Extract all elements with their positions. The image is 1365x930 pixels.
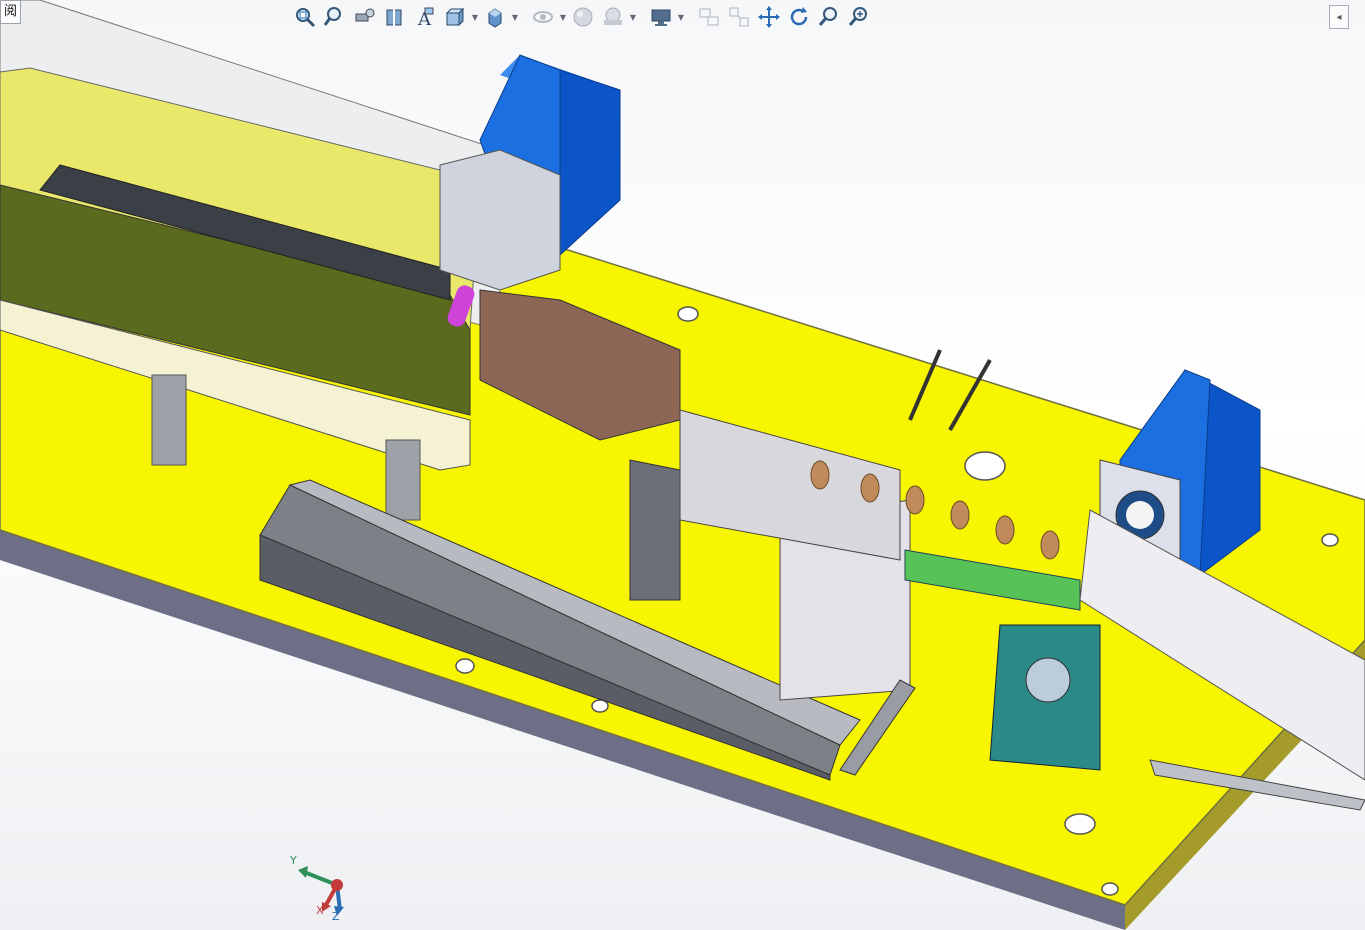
vertical-plate: [629, 459, 681, 601]
zoom-to-fit-icon[interactable]: [290, 2, 320, 32]
view-settings-icon[interactable]: [646, 2, 676, 32]
graphics-area[interactable]: 阅 A ▼ ▼ ▼ ▼ ▼ ◂ Y X Z: [0, 0, 1365, 930]
chevron-down-icon[interactable]: ▼: [558, 2, 568, 32]
dynamic-annotation-icon[interactable]: A: [410, 2, 440, 32]
roller: [860, 473, 880, 503]
support-post: [151, 374, 187, 466]
edit-appearance-icon[interactable]: [568, 2, 598, 32]
roller: [905, 485, 925, 515]
translate-icon[interactable]: [754, 2, 784, 32]
rotate-icon[interactable]: [784, 2, 814, 32]
cad-assembly-model[interactable]: [0, 0, 1365, 930]
zoom-icon[interactable]: [814, 2, 844, 32]
view-tab-label[interactable]: 阅: [0, 0, 22, 24]
rotate-view-icon[interactable]: [694, 2, 724, 32]
plate-hole: [1321, 533, 1339, 547]
zoom-to-area-icon[interactable]: [320, 2, 350, 32]
plate-hole: [964, 451, 1006, 481]
chevron-down-icon[interactable]: ▼: [470, 2, 480, 32]
section-view-icon[interactable]: [380, 2, 410, 32]
hide-show-items-icon[interactable]: [528, 2, 558, 32]
display-style-icon[interactable]: [480, 2, 510, 32]
zoom-in-icon[interactable]: [844, 2, 874, 32]
heads-up-view-toolbar: A ▼ ▼ ▼ ▼ ▼: [290, 0, 874, 34]
support-post: [385, 439, 421, 521]
reference-triad: Y X Z: [282, 850, 362, 928]
triad-y-label: Y: [290, 854, 297, 867]
chevron-down-icon[interactable]: ▼: [676, 2, 686, 32]
triad-z-label: Z: [332, 910, 340, 923]
triad-x-label: X: [316, 904, 324, 917]
motor-left-mount: [439, 149, 561, 291]
plate-hole: [677, 306, 699, 322]
pan-icon[interactable]: [724, 2, 754, 32]
plate-hole: [591, 699, 609, 713]
chevron-down-icon[interactable]: ▼: [510, 2, 520, 32]
motor-left-side: [559, 69, 621, 257]
chevron-down-icon[interactable]: ▼: [628, 2, 638, 32]
apply-scene-icon[interactable]: [598, 2, 628, 32]
view-orientation-icon[interactable]: [440, 2, 470, 32]
roller: [1040, 530, 1060, 560]
roller: [995, 515, 1015, 545]
task-pane-toggle[interactable]: ◂: [1329, 5, 1349, 29]
previous-view-icon[interactable]: [350, 2, 380, 32]
roller: [950, 500, 970, 530]
plate-hole: [1101, 882, 1119, 896]
roller: [810, 460, 830, 490]
plate-hole: [1064, 813, 1096, 835]
plate-hole: [455, 658, 475, 674]
